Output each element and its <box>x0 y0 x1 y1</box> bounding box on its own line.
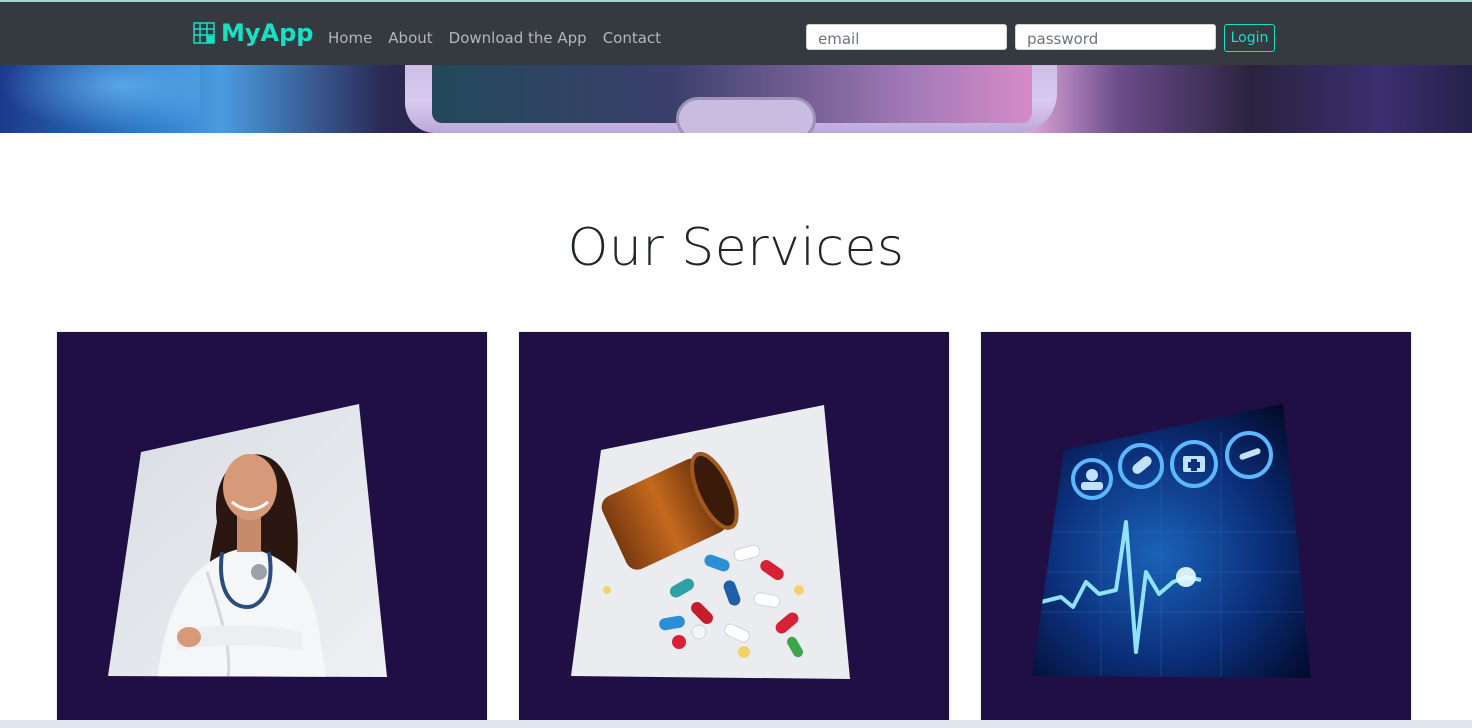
brand-logo[interactable]: MyApp <box>193 21 313 45</box>
hero-banner-image <box>0 65 1472 133</box>
grid-icon <box>193 22 215 44</box>
section-title: Our Services <box>567 218 905 278</box>
service-card-doctor[interactable] <box>57 332 487 728</box>
service-card-medicine[interactable] <box>519 332 949 728</box>
nav-link-about[interactable]: About <box>388 29 432 47</box>
nav-links: Home About Download the App Contact <box>328 29 677 47</box>
pills-image <box>571 405 850 679</box>
login-button[interactable]: Login <box>1224 24 1275 52</box>
heartbeat-image <box>1032 404 1311 678</box>
nav-link-download[interactable]: Download the App <box>449 29 587 47</box>
nav-link-home[interactable]: Home <box>328 29 372 47</box>
nav-link-contact[interactable]: Contact <box>603 29 661 47</box>
phone-home-button-graphic <box>676 97 816 133</box>
password-input[interactable] <box>1015 24 1216 50</box>
doctor-image <box>108 404 387 677</box>
navbar: MyApp Home About Download the App Contac… <box>0 2 1472 65</box>
bottom-edge <box>0 720 1472 728</box>
service-card-monitoring[interactable] <box>981 332 1411 728</box>
brand-name: MyApp <box>221 19 314 47</box>
email-input[interactable] <box>806 24 1007 50</box>
